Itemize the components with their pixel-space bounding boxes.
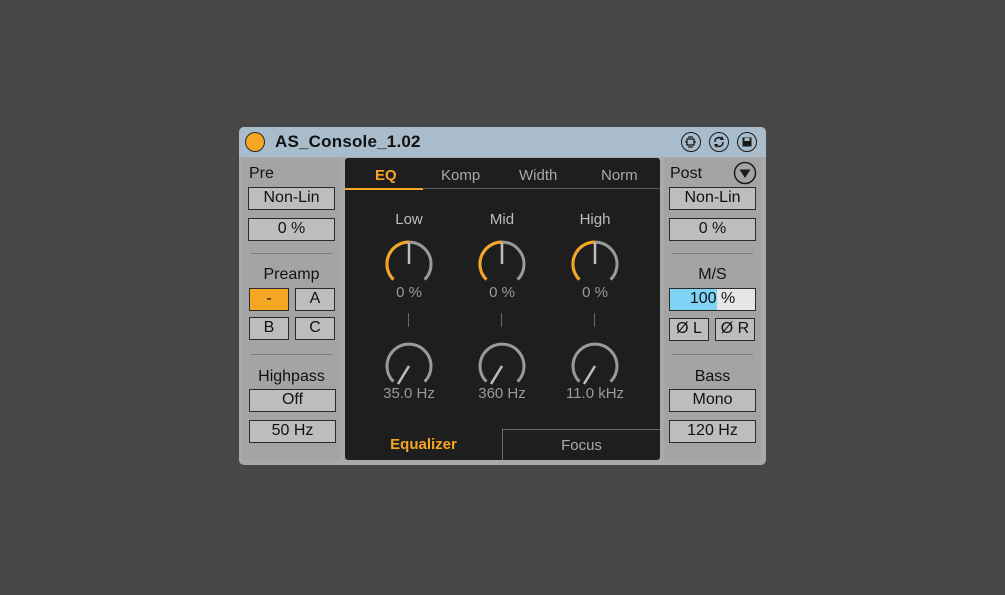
post-label: Post [670,165,703,182]
device-title: AS_Console_1.02 [275,132,421,151]
low-freq-knob[interactable] [384,341,434,391]
low-freq-value: 35.0 Hz [383,385,435,402]
tab-eq[interactable]: EQ [375,167,397,184]
tab-norm[interactable]: Norm [601,167,638,184]
bass-label: Bass [694,368,731,385]
save-button[interactable] [737,132,757,152]
low-gain-value: 0 % [396,284,422,301]
separator [251,354,332,355]
high-gain-knob[interactable] [570,239,620,289]
high-freq-knob[interactable] [570,341,620,391]
phase-right-button[interactable]: Ø R [715,318,755,341]
mid-freq-value: 360 Hz [478,385,526,402]
chevron-down-icon[interactable] [733,161,757,185]
refresh-button[interactable] [709,132,729,152]
band-label-low: Low [395,211,423,228]
post-mode-selector[interactable]: Non-Lin [669,187,756,210]
separator [672,253,753,254]
tab-width[interactable]: Width [519,167,557,184]
high-gain-value: 0 % [582,284,608,301]
highpass-toggle[interactable]: Off [249,389,336,412]
highpass-label: Highpass [258,368,325,385]
mid-gain-knob[interactable] [477,239,527,289]
preamp-button-b[interactable]: B [249,317,289,340]
high-freq-value: 11.0 kHz [565,385,625,402]
band-label-mid: Mid [489,211,515,228]
bottom-tab-focus[interactable]: Focus [502,429,660,460]
highpass-frequency-field[interactable]: 50 Hz [249,420,336,443]
device-power-button[interactable] [245,132,265,152]
band-label-high: High [579,211,611,228]
preamp-button-a[interactable]: A [295,288,335,311]
phase-left-button[interactable]: Ø L [669,318,709,341]
link-tick [594,313,595,327]
preamp-button-off[interactable]: - [249,288,289,311]
pre-label: Pre [249,165,274,182]
bass-frequency-field[interactable]: 120 Hz [669,420,756,443]
ms-label: M/S [698,266,727,283]
link-tick [408,313,409,327]
device-container: AS_Console_1.02 Pre Non-Lin 0 % Preamp -… [239,127,766,465]
right-panel: Post Non-Lin 0 % M/S 100 % Ø L Ø R Bass … [664,158,761,460]
separator [251,253,332,254]
hot-swap-icon [685,136,696,148]
bottom-tab-equalizer[interactable]: Equalizer [345,429,502,460]
preamp-button-c[interactable]: C [295,317,335,340]
low-gain-knob[interactable] [384,239,434,289]
post-amount-field[interactable]: 0 % [669,218,756,241]
eq-panel: EQ Komp Width Norm Low Mid High 0 % 0 % … [345,158,660,460]
ms-value: 100 % [689,290,736,307]
bass-mode-selector[interactable]: Mono [669,389,756,412]
mid-freq-knob[interactable] [477,341,527,391]
mid-gain-value: 0 % [489,284,515,301]
preamp-label: Preamp [263,266,320,283]
ms-slider[interactable]: 100 % [669,288,756,311]
save-icon [742,137,752,147]
link-tick [501,313,502,327]
tab-komp[interactable]: Komp [441,167,480,184]
separator [672,354,753,355]
device-title-bar[interactable]: AS_Console_1.02 [239,127,766,157]
refresh-icon [714,136,724,148]
hot-swap-button[interactable] [681,132,701,152]
left-panel: Pre Non-Lin 0 % Preamp - A B C Highpass … [243,158,340,460]
pre-amount-field[interactable]: 0 % [248,218,335,241]
tab-active-underline [345,188,423,190]
pre-mode-selector[interactable]: Non-Lin [248,187,335,210]
